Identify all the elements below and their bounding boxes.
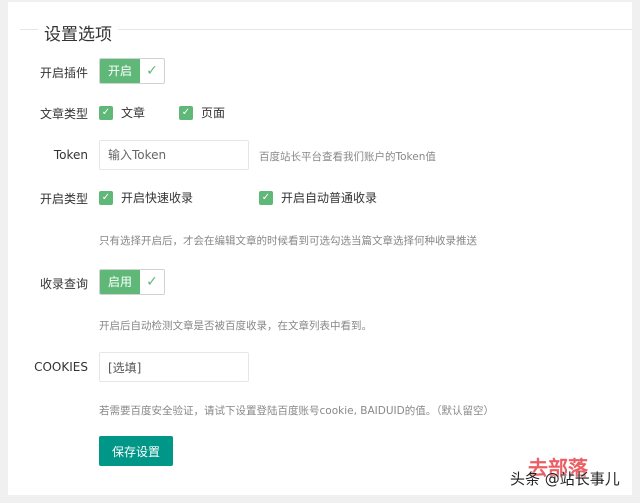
token-input[interactable]	[99, 140, 249, 170]
query-hint: 开启后自动检测文章是否被百度收录，在文章列表中看到。	[99, 320, 372, 332]
cookies-label: COOKIES	[34, 360, 88, 374]
token-label: Token	[53, 148, 88, 162]
plugin-label: 开启插件	[39, 66, 88, 80]
checkbox-label: 开启快速收录	[121, 191, 194, 205]
check-icon: ✓	[99, 105, 113, 120]
section-title: 设置选项	[38, 20, 118, 45]
checkbox-page[interactable]: ✓ 页面	[179, 104, 225, 121]
check-icon: ✓	[146, 274, 158, 290]
query-switch-text: 启用	[100, 270, 141, 294]
check-icon: ✓	[179, 105, 193, 120]
token-hint: 百度站长平台查看我们账户的Token值	[259, 151, 436, 163]
plugin-switch-text: 开启	[100, 59, 141, 83]
checkbox-label: 文章	[121, 106, 146, 120]
open-type-hint: 只有选择开启后，才会在编辑文章的时候看到可选勾选当篇文章选择何种收录推送	[99, 235, 477, 247]
checkbox-auto-index[interactable]: ✓ 开启自动普通收录	[259, 189, 377, 206]
checkbox-label: 页面	[201, 106, 226, 120]
check-icon: ✓	[99, 190, 113, 205]
cookies-input[interactable]	[99, 352, 249, 382]
plugin-switch[interactable]: 开启 ✓	[99, 58, 166, 84]
check-icon: ✓	[259, 190, 273, 205]
save-button[interactable]: 保存设置	[99, 436, 173, 466]
check-icon: ✓	[146, 63, 158, 79]
query-label: 收录查询	[39, 277, 88, 291]
cookies-hint: 若需要百度安全验证，请试下设置登陆百度账号cookie, BAIDUID的值。（…	[99, 405, 494, 417]
query-switch[interactable]: 启用 ✓	[99, 269, 166, 295]
checkbox-article[interactable]: ✓ 文章	[99, 104, 145, 121]
checkbox-fast-index[interactable]: ✓ 开启快速收录	[99, 189, 193, 206]
checkbox-label: 开启自动普通收录	[281, 191, 378, 205]
article-type-label: 文章类型	[39, 107, 88, 121]
open-type-label: 开启类型	[39, 192, 88, 206]
watermark: 头条 @站长事儿	[510, 470, 620, 488]
